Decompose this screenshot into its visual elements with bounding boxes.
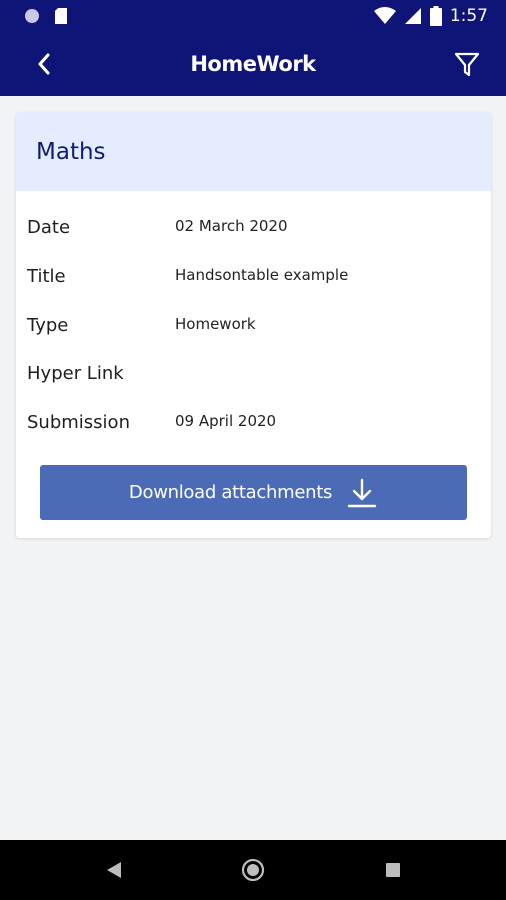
card-header: Maths <box>16 112 491 191</box>
status-bar: 1:57 <box>0 0 506 32</box>
nav-recents-button[interactable] <box>381 858 405 882</box>
row-label: Title <box>27 266 66 287</box>
row-date: Date 02 March 2020 <box>16 213 491 243</box>
home-circle-icon <box>241 858 265 882</box>
row-title: Title Handsontable example <box>16 262 491 292</box>
homework-card: Maths Date 02 March 2020 Title Handsonta… <box>16 112 491 538</box>
filter-icon <box>454 52 480 77</box>
page-title: HomeWork <box>190 52 316 76</box>
app-bar: HomeWork <box>0 32 506 96</box>
signal-icon <box>404 8 421 24</box>
row-value: Homework <box>175 315 256 333</box>
download-button-label: Download attachments <box>128 482 333 503</box>
row-label: Date <box>27 217 71 238</box>
row-value: 02 March 2020 <box>175 217 288 235</box>
sim-card-icon <box>55 8 67 24</box>
row-value: 09 April 2020 <box>175 412 277 430</box>
nav-back-button[interactable] <box>102 858 126 882</box>
status-left-icons <box>24 7 68 25</box>
system-nav-bar <box>0 840 506 900</box>
status-time: 1:57 <box>449 6 488 26</box>
circle-icon <box>25 9 39 23</box>
subject-title: Maths <box>36 138 106 165</box>
download-attachments-button[interactable]: Download attachments <box>40 465 467 520</box>
filter-button[interactable] <box>450 48 484 82</box>
row-type: Type Homework <box>16 311 491 341</box>
row-label: Submission <box>27 412 130 433</box>
chevron-left-icon <box>38 53 50 75</box>
download-icon <box>347 478 377 507</box>
row-label: Type <box>27 315 69 336</box>
row-value: Handsontable example <box>175 266 349 284</box>
row-label: Hyper Link <box>27 363 124 384</box>
row-hyper-link: Hyper Link <box>16 359 491 389</box>
nav-home-button[interactable] <box>241 858 265 882</box>
row-submission: Submission 09 April 2020 <box>16 408 491 438</box>
recents-square-icon <box>386 863 400 877</box>
back-triangle-icon <box>107 862 121 878</box>
back-button[interactable] <box>26 46 62 82</box>
battery-icon <box>429 6 442 26</box>
status-right-icons: 1:57 <box>373 5 488 27</box>
wifi-icon <box>373 7 396 24</box>
